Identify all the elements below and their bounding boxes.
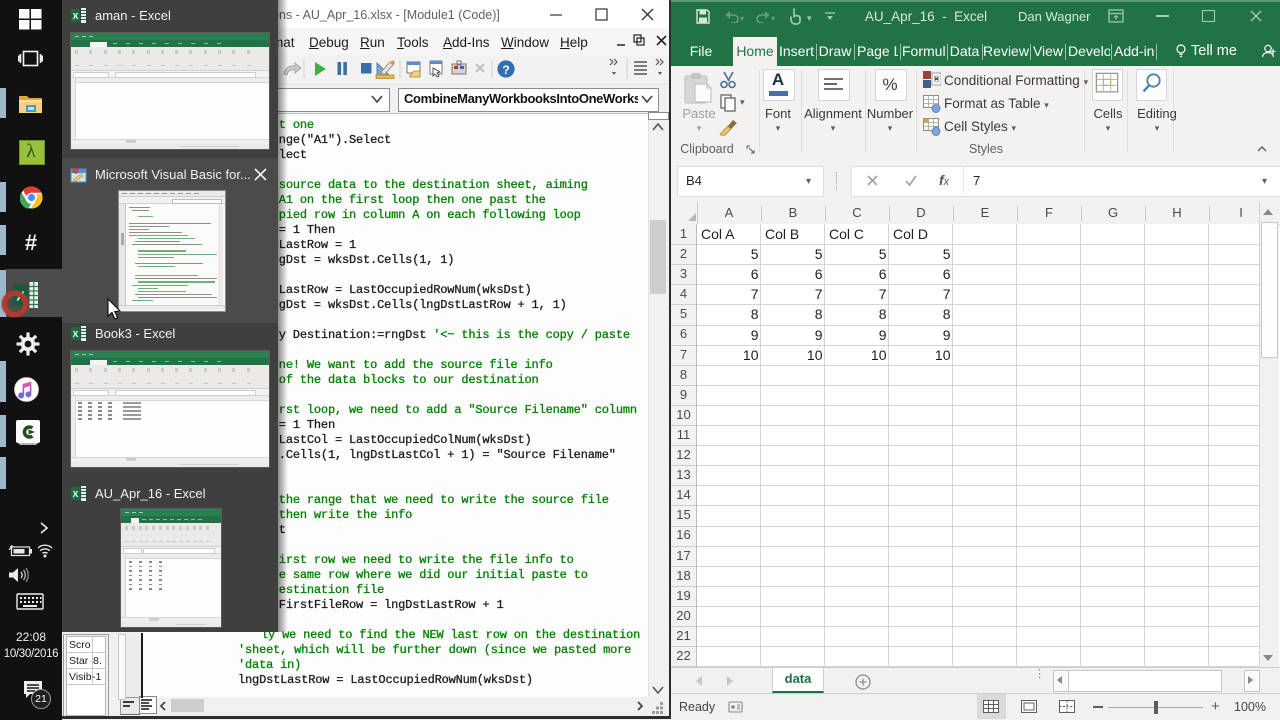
svg-text:X: X [73, 329, 79, 339]
svg-text:?: ? [502, 63, 509, 77]
svg-text:X: X [73, 11, 79, 21]
svg-text:X: X [73, 489, 79, 499]
